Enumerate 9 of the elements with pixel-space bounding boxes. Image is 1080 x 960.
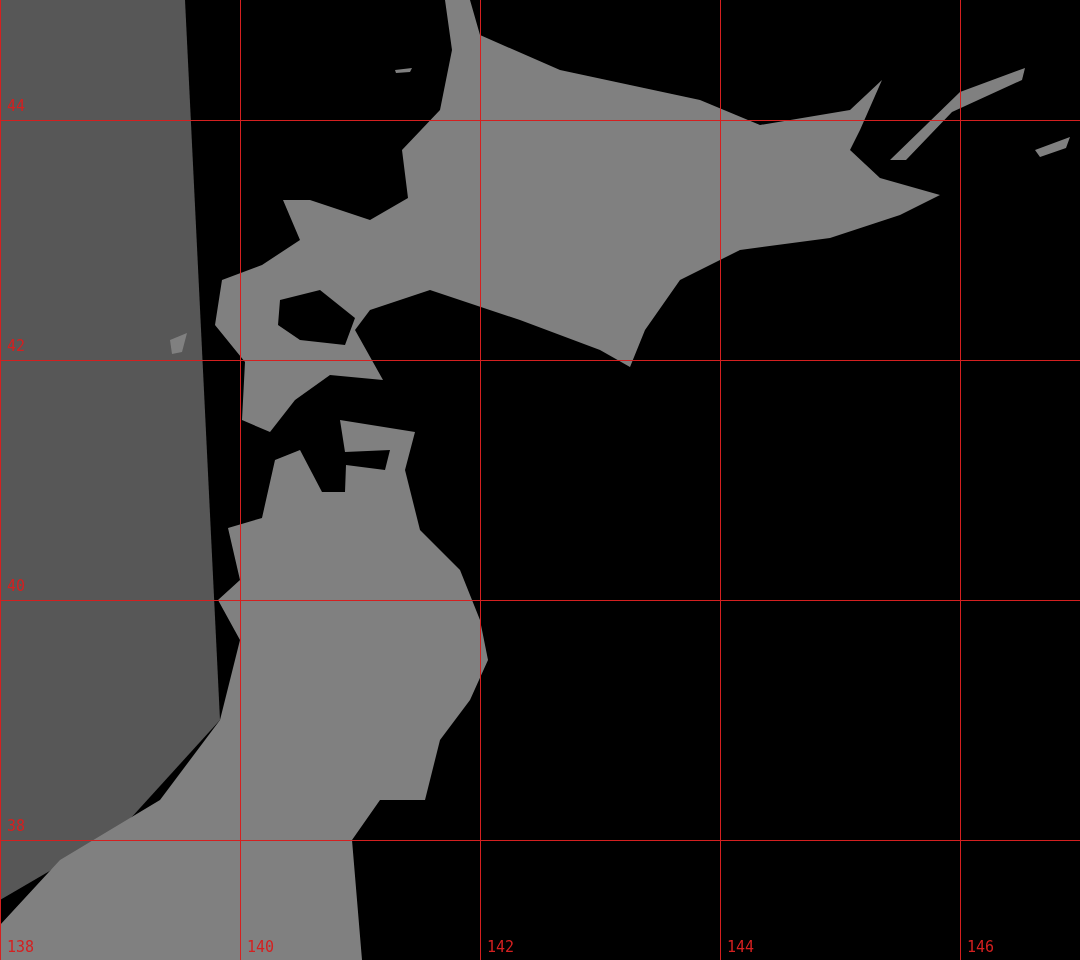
latitude-label: 42 <box>7 337 26 355</box>
latitude-label: 44 <box>7 97 26 115</box>
latitude-label: 38 <box>7 817 26 835</box>
longitude-label: 138 <box>7 938 35 956</box>
longitude-label: 142 <box>487 938 515 956</box>
longitude-label: 146 <box>967 938 995 956</box>
longitude-label: 144 <box>727 938 755 956</box>
latitude-label: 40 <box>7 577 26 595</box>
longitude-label: 140 <box>247 938 275 956</box>
